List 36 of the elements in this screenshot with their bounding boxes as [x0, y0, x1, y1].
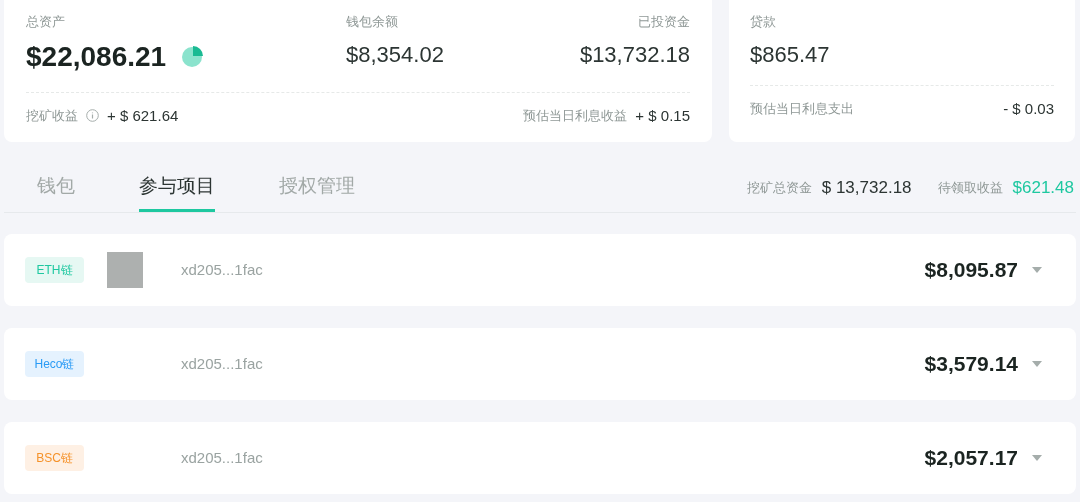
- label: 待领取收益: [937, 178, 1003, 197]
- chain-tag: Heco链: [25, 351, 84, 377]
- label: 已投资金: [638, 13, 690, 31]
- chain-tag: BSC链: [25, 445, 84, 471]
- chain-tag: ETH链: [25, 257, 84, 283]
- caret-icon: [1032, 361, 1042, 367]
- project-amount: $2,057.17: [924, 445, 1018, 472]
- mining-income: + $ 621.64: [107, 105, 179, 126]
- project-amount: $8,095.87: [924, 257, 1018, 284]
- daily-interest: + $ 0.15: [635, 105, 690, 126]
- label: 预估当日利息收益: [523, 107, 628, 125]
- wallet-balance: $8,354.02: [346, 40, 445, 69]
- wallet-address: xd205...1fac: [181, 353, 263, 374]
- tab[interactable]: 参与项目: [139, 171, 215, 212]
- daily-cost: - $ 0.03: [1003, 98, 1054, 119]
- label: 预估当日利息支出: [750, 100, 854, 118]
- total-assets: $22,086.21: [26, 39, 167, 74]
- project-row[interactable]: ETH链 xd205...1fac $8,095.87: [4, 234, 1076, 306]
- project-row[interactable]: BSC链 xd205...1fac $2,057.17: [4, 422, 1076, 494]
- label: 挖矿收益: [26, 107, 78, 125]
- pie-chart-icon: [182, 46, 204, 67]
- label: 贷款: [750, 13, 777, 31]
- summary-value: $ 13,732.18: [821, 176, 912, 199]
- summary-value: $621.48: [1012, 176, 1074, 199]
- project-row[interactable]: Heco链 xd205...1fac $3,579.14: [4, 328, 1076, 400]
- label: 钱包余额: [346, 13, 399, 31]
- label: 挖矿总资金: [746, 178, 812, 197]
- project-amount: $3,579.14: [924, 351, 1018, 378]
- loan-amount: $865.47: [750, 40, 831, 69]
- caret-icon: [1032, 267, 1042, 273]
- info-icon[interactable]: [86, 109, 99, 123]
- caret-icon: [1032, 455, 1042, 461]
- wallet-address: xd205...1fac: [181, 259, 263, 280]
- invested-amount: $13,732.18: [579, 40, 690, 69]
- wallet-address: xd205...1fac: [181, 447, 263, 468]
- label: 总资产: [26, 13, 66, 31]
